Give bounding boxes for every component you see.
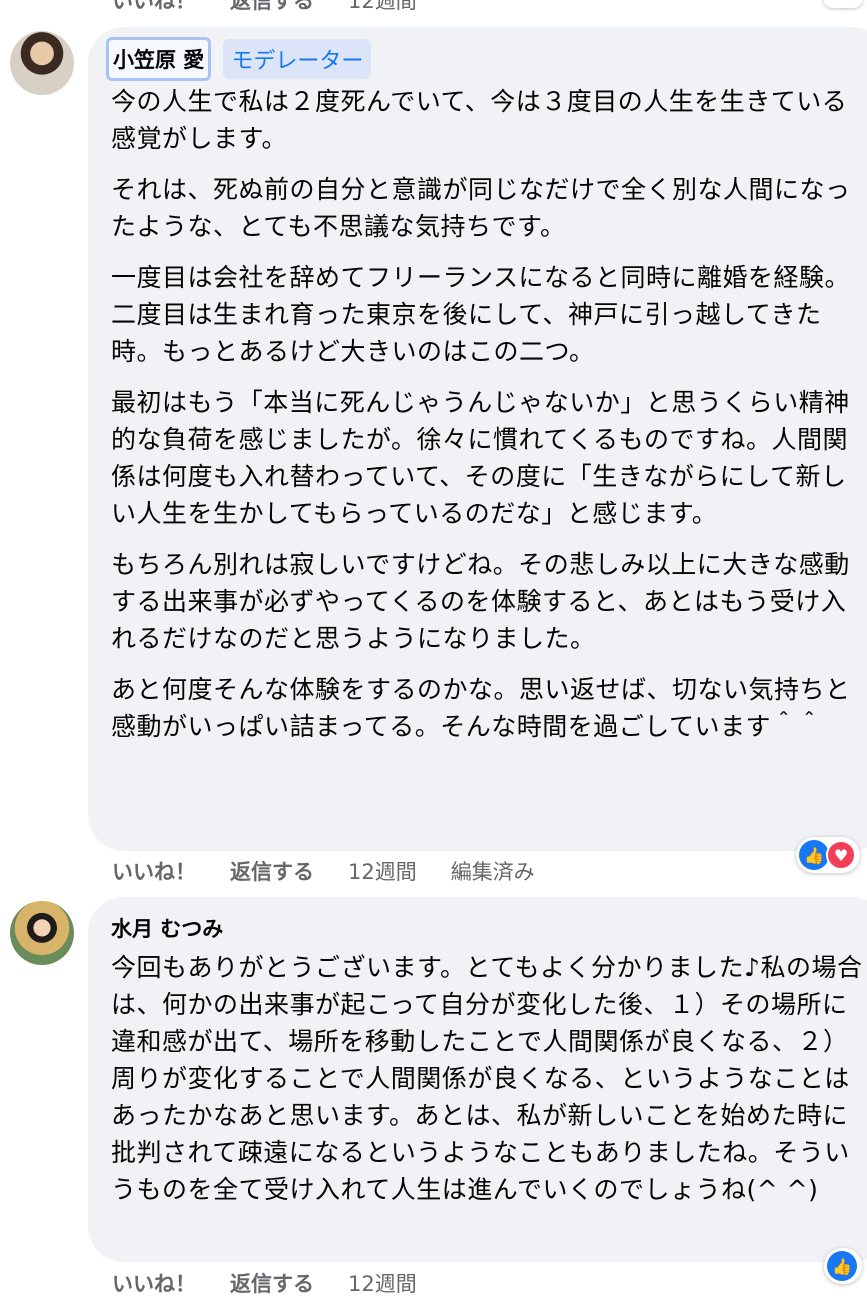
comment-paragraph: 今の人生で私は２度死んでいて、今は３度目の人生を生きている感覚がします。: [111, 87, 848, 153]
like-link[interactable]: いいね！: [112, 0, 196, 15]
timestamp[interactable]: 12週間: [348, 1268, 417, 1298]
moderator-badge: モデレーター: [223, 39, 372, 79]
reaction-summary[interactable]: 👍: [824, 1248, 862, 1284]
like-link[interactable]: いいね！: [112, 856, 196, 886]
edited-label[interactable]: 編集済み: [451, 856, 535, 886]
comment-bubble: 小笠原 愛 モデレーター 今の人生で私は２度死んでいて、今は３度目の人生を生きて…: [88, 27, 867, 851]
comment-header: 小笠原 愛 モデレーター: [106, 37, 372, 81]
comment-paragraph: 今回もありがとうございます。とてもよく分かりました♪私の場合は、何かの出来事が起…: [111, 953, 863, 1204]
previous-comment-actions: いいね！ 返信する 12週間: [112, 0, 451, 14]
author-name[interactable]: 小笠原 愛: [106, 37, 212, 81]
like-icon: 👍: [799, 840, 829, 870]
avatar[interactable]: [10, 901, 74, 965]
timestamp[interactable]: 12週間: [348, 856, 417, 886]
reaction-summary[interactable]: [823, 0, 863, 8]
avatar[interactable]: [10, 31, 74, 95]
comment-bubble: 水月 むつみ 今回もありがとうございます。とてもよく分かりました♪私の場合は、何…: [88, 897, 867, 1262]
reply-link[interactable]: 返信する: [230, 0, 314, 15]
comment-actions: いいね！ 返信する 12週間 編集済み: [112, 856, 535, 886]
like-link[interactable]: いいね！: [112, 1268, 196, 1298]
comment-paragraph: あと何度そんな体験をするのかな。思い返せば、切ない気持ちと感動がいっぱい詰まって…: [111, 675, 851, 741]
comment-text: 今の人生で私は２度死んでいて、今は３度目の人生を生きている感覚がします。 それは…: [111, 83, 866, 759]
reaction-summary[interactable]: 👍 ♥: [796, 837, 860, 873]
comment-text: 今回もありがとうございます。とてもよく分かりました♪私の場合は、何かの出来事が起…: [111, 949, 866, 1222]
like-icon: 👍: [827, 1251, 857, 1281]
author-name[interactable]: 水月 むつみ: [111, 913, 223, 943]
comment-actions: いいね！ 返信する 12週間: [112, 1268, 451, 1298]
comment-paragraph: 一度目は会社を辞めてフリーランスになると同時に離婚を経験。二度目は生まれ育った東…: [111, 263, 851, 366]
comment-paragraph: もちろん別れは寂しいですけどね。その悲しみ以上に大きな感動する出来事が必ずやって…: [111, 550, 850, 653]
reply-link[interactable]: 返信する: [230, 1268, 314, 1298]
reply-link[interactable]: 返信する: [230, 856, 314, 886]
love-icon: ♥: [826, 840, 856, 870]
timestamp: 12週間: [348, 0, 417, 13]
comment-paragraph: 最初はもう「本当に死んじゃうんじゃないか」と思うくらい精神的な負荷を感じましたが…: [111, 388, 850, 528]
comment-paragraph: それは、死ぬ前の自分と意識が同じなだけで全く別な人間になったような、とても不思議…: [111, 175, 851, 241]
